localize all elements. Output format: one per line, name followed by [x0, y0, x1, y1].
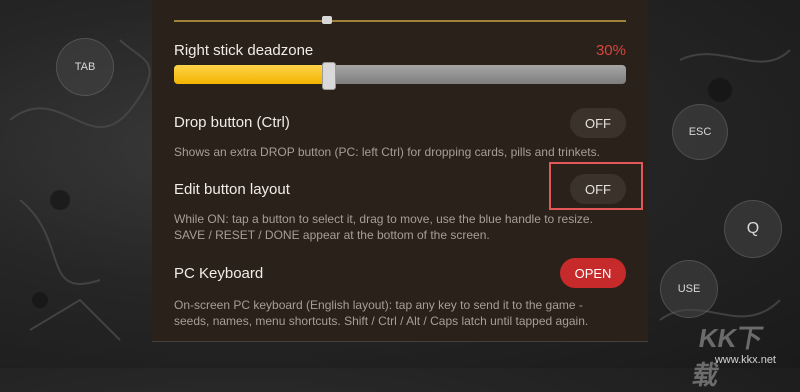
- pc-keyboard-description-2: seeds, names, menu shortcuts. Shift / Ct…: [174, 314, 589, 328]
- watermark-logo: KK下载: [689, 323, 766, 390]
- watermark-url: www.kkx.net: [714, 354, 776, 366]
- panel-divider: [152, 341, 648, 342]
- slider-fill: [174, 65, 328, 84]
- esc-button[interactable]: ESC: [672, 104, 728, 160]
- right-stick-deadzone-slider[interactable]: [174, 65, 626, 84]
- slider-thumb[interactable]: [321, 62, 336, 90]
- drop-button-description: Shows an extra DROP button (PC: left Ctr…: [174, 145, 600, 159]
- prev-slider-thumb[interactable]: [322, 16, 332, 24]
- tab-button[interactable]: TAB: [56, 38, 114, 96]
- pc-keyboard-open-button[interactable]: OPEN: [560, 258, 626, 288]
- q-button[interactable]: Q: [724, 200, 782, 258]
- right-stick-deadzone-label: Right stick deadzone: [174, 42, 314, 59]
- prev-slider-track[interactable]: [174, 20, 626, 22]
- drop-button-label: Drop button (Ctrl): [174, 114, 290, 131]
- edit-button-layout-label: Edit button layout: [174, 181, 290, 198]
- drop-button-toggle[interactable]: OFF: [570, 108, 626, 138]
- edit-layout-description-2: SAVE / RESET / DONE appear at the bottom…: [174, 228, 490, 242]
- right-stick-deadzone-value: 30%: [595, 42, 626, 59]
- edit-layout-description-1: While ON: tap a button to select it, dra…: [174, 212, 593, 226]
- pc-keyboard-description-1: On-screen PC keyboard (English layout): …: [174, 298, 583, 312]
- pc-keyboard-label: PC Keyboard: [174, 265, 264, 282]
- highlight-box: [549, 162, 643, 210]
- use-button[interactable]: USE: [660, 260, 718, 318]
